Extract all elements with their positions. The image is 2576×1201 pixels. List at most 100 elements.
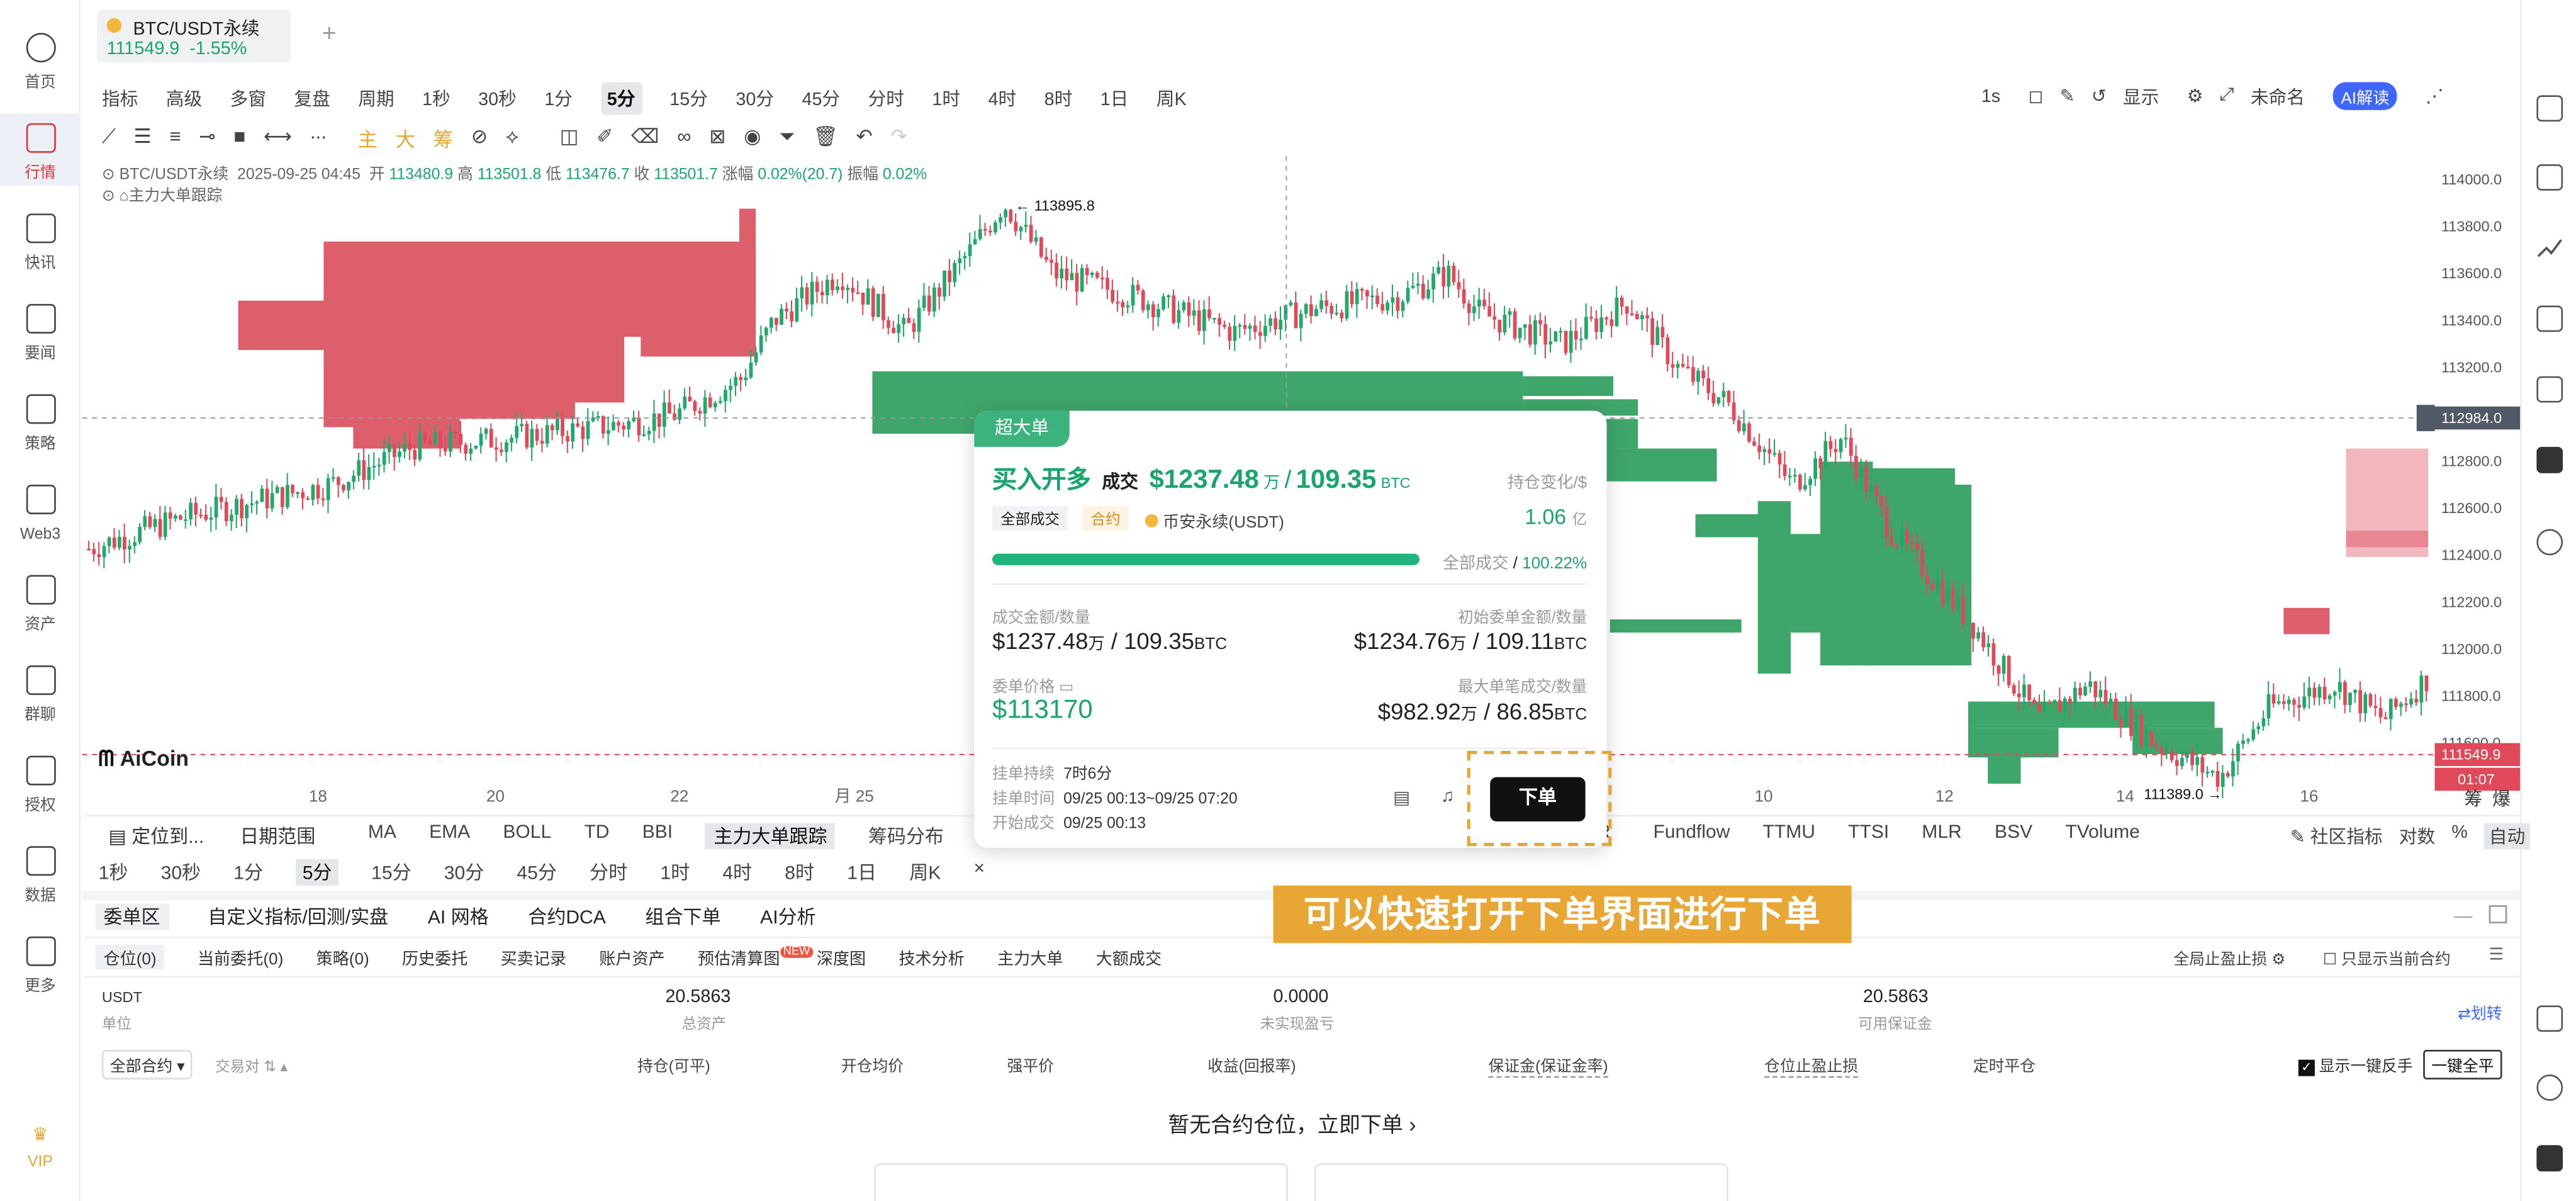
toolbar-item[interactable]: 30秒	[478, 86, 517, 112]
toolbar-item[interactable]: 多窗	[230, 86, 266, 112]
period-13[interactable]: ×	[974, 859, 985, 886]
subtab-6[interactable]: 预估清算图 NEW	[698, 945, 814, 969]
fullscreen-icon[interactable]: ⤢	[2220, 86, 2234, 107]
column-header-5[interactable]: 收益(回报率)	[1207, 1053, 1296, 1076]
rect-tool-icon[interactable]: ■	[233, 125, 245, 152]
empty-positions-cta[interactable]: 暂无合约仓位，立即下单 ›	[1168, 1107, 1416, 1139]
subtab-8[interactable]: 技术分析	[899, 945, 964, 969]
toolbar-item[interactable]: 1时	[932, 86, 960, 112]
settings-icon[interactable]: ⚙	[2187, 86, 2204, 106]
reset-icon[interactable]: ↺	[2092, 86, 2107, 106]
toolbar-item[interactable]: 5分	[600, 82, 642, 115]
locate-button[interactable]: ▤ 定位到...	[108, 823, 204, 850]
dollar-icon[interactable]	[2536, 164, 2563, 191]
chips-toggle[interactable]: 筹	[2464, 790, 2482, 809]
column-header-3[interactable]: 开仓均价	[841, 1053, 904, 1076]
ai-interpret-button[interactable]: AI解读	[2332, 82, 2398, 110]
eraser-tool-icon[interactable]: ⌫	[631, 125, 659, 152]
subtab-0[interactable]: 仓位(0)	[95, 944, 165, 969]
toolbar-item[interactable]: 45分	[802, 86, 840, 112]
eye-tool-icon[interactable]: ◉	[744, 125, 761, 152]
indicator-more-1[interactable]: Fundflow	[1653, 823, 1730, 843]
doc-icon[interactable]	[2536, 95, 2563, 122]
nav-item-6[interactable]: 资产	[0, 565, 81, 638]
trash-icon[interactable]: 🗑	[813, 125, 838, 152]
measure-tool-icon[interactable]: ⟡	[506, 125, 519, 152]
toolbar-item[interactable]: 周期	[358, 86, 394, 112]
column-header-2[interactable]: 持仓(可平)	[637, 1053, 710, 1076]
add-tab-button[interactable]: +	[322, 20, 337, 47]
indicator-0[interactable]: MA	[368, 823, 396, 850]
indicator-6[interactable]: 筹码分布	[868, 823, 944, 850]
toolbar-item[interactable]: 4时	[988, 86, 1016, 112]
nav-item-1[interactable]: 行情	[0, 113, 81, 186]
subtab-4[interactable]: 买卖记录	[501, 945, 566, 969]
nav-item-9[interactable]: 数据	[0, 837, 81, 909]
promo-card-left[interactable]	[874, 1163, 1289, 1201]
chart-panel-icon[interactable]	[2536, 305, 2563, 332]
line-tool-icon[interactable]: ⟋	[102, 125, 116, 152]
toolbar-item[interactable]: 1秒	[422, 86, 451, 112]
close-all-button[interactable]: 一键全平	[2423, 1049, 2502, 1080]
contract-filter-select[interactable]: 全部合约 ▾	[101, 1049, 193, 1080]
auto-scale-toggle[interactable]: 自动	[2484, 823, 2531, 850]
period-8[interactable]: 1时	[660, 859, 690, 886]
promo-card-right[interactable]	[1314, 1163, 1728, 1201]
interval-1s[interactable]: 1s	[1981, 86, 2000, 106]
trend-icon[interactable]	[2536, 235, 2563, 261]
subtab-2[interactable]: 策略(0)	[316, 945, 369, 969]
bottom-tab-1[interactable]: 自定义指标/回测/实盘	[208, 904, 388, 930]
indicator-1[interactable]: EMA	[429, 823, 470, 850]
community-indicator-button[interactable]: ✎ 社区指标	[2290, 823, 2383, 850]
liquidation-toggle[interactable]: 爆	[2492, 790, 2511, 809]
indicator-3[interactable]: TD	[584, 823, 609, 850]
share-icon[interactable]: ⋰	[2426, 86, 2444, 106]
period-1[interactable]: 30秒	[161, 859, 201, 886]
nav-item-7[interactable]: 群聊	[0, 655, 81, 728]
fib-tool-icon[interactable]: ⊘	[471, 125, 488, 152]
toolbar-item[interactable]: 30分	[736, 86, 774, 112]
refresh-icon[interactable]	[2536, 529, 2563, 556]
period-7[interactable]: 分时	[590, 859, 627, 886]
redo-icon[interactable]: ↷	[891, 125, 907, 152]
minimize-icon[interactable]: —	[2455, 907, 2473, 927]
period-11[interactable]: 1日	[847, 859, 876, 886]
show-reverse-checkbox[interactable]: ✓ 显示一键反手	[2298, 1053, 2413, 1076]
toolbar-item[interactable]: 分时	[868, 86, 904, 112]
ray-tool-icon[interactable]: ⊸	[199, 125, 215, 152]
period-12[interactable]: 周K	[909, 859, 941, 886]
big-order-tool[interactable]: 大	[396, 125, 415, 152]
toolbar-item[interactable]: 8时	[1044, 86, 1073, 112]
brush-tool-icon[interactable]: ✐	[596, 125, 613, 152]
nav-item-8[interactable]: 授权	[0, 746, 81, 818]
stack-icon[interactable]	[2536, 376, 2563, 403]
bottom-tab-0[interactable]: 委单区	[95, 903, 169, 930]
period-5[interactable]: 30分	[444, 859, 484, 886]
subtab-9[interactable]: 主力大单	[997, 945, 1063, 969]
period-4[interactable]: 15分	[371, 859, 411, 886]
nav-item-5[interactable]: Web3	[0, 475, 81, 547]
display-button[interactable]: 显示	[2123, 83, 2159, 110]
undo-icon[interactable]: ↶	[856, 125, 873, 152]
date-range-button[interactable]: 日期范围	[240, 823, 315, 850]
hline-tool-icon[interactable]: ≡	[169, 125, 181, 152]
toolbar-item[interactable]: 1日	[1100, 86, 1129, 112]
pair-sort[interactable]: 交易对 ⇅ ▴	[215, 1055, 288, 1076]
column-header-8[interactable]: 定时平仓	[1973, 1053, 2036, 1076]
parallel-tool-icon[interactable]: ☰	[134, 125, 152, 152]
chips-tool[interactable]: 筹	[434, 125, 453, 152]
bottom-tab-2[interactable]: AI 网格	[428, 904, 489, 930]
layout-name-select[interactable]: 未命名	[2251, 83, 2305, 110]
toolbar-item[interactable]: 15分	[669, 86, 708, 112]
nav-item-0[interactable]: 首页	[0, 23, 81, 96]
text-tool-icon[interactable]: ◫	[560, 125, 579, 152]
subtab-7[interactable]: 深度图	[817, 945, 866, 969]
only-current-checkbox[interactable]: ☐ 只显示当前合约	[2323, 946, 2451, 969]
place-order-button[interactable]: 下单	[1490, 777, 1586, 822]
nav-item-3[interactable]: 要闻	[0, 294, 81, 366]
indicator-5[interactable]: 主力大单跟踪	[705, 823, 836, 850]
global-tp-sl[interactable]: 全局止盈止损 ⚙	[2173, 946, 2285, 969]
toolbar-item[interactable]: 1分	[544, 86, 573, 112]
subtab-10[interactable]: 大额成交	[1096, 945, 1162, 969]
indicator-more-2[interactable]: TTMU	[1763, 823, 1815, 843]
